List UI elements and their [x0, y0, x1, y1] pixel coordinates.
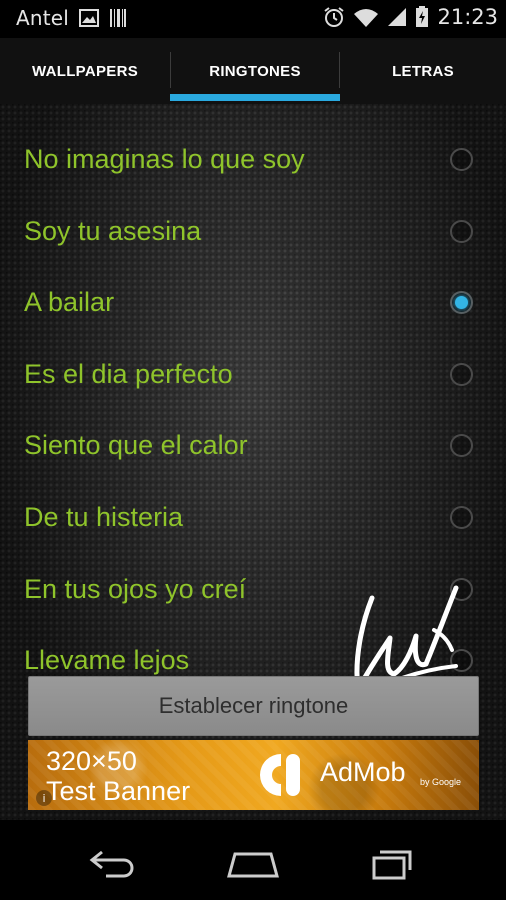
- radio-button[interactable]: [450, 220, 473, 243]
- set-ringtone-button[interactable]: Establecer ringtone: [28, 676, 479, 736]
- ringtone-title: No imaginas lo que soy: [24, 144, 305, 174]
- recent-apps-icon[interactable]: [362, 842, 422, 882]
- battery-charging-icon: [416, 6, 429, 27]
- radio-button-selected[interactable]: [450, 291, 473, 314]
- barcode-icon: [110, 9, 127, 27]
- carrier-name: Antel: [16, 6, 70, 30]
- admob-logo-icon: [260, 754, 300, 796]
- ringtone-title: Siento que el calor: [24, 430, 248, 460]
- tab-selected-indicator: [170, 94, 340, 101]
- ringtone-item[interactable]: Soy tu asesina: [0, 198, 506, 270]
- image-icon: [79, 9, 100, 27]
- radio-button[interactable]: [450, 506, 473, 529]
- wifi-icon: [354, 9, 379, 27]
- tab-wallpapers[interactable]: WALLPAPERS: [0, 38, 170, 104]
- radio-button[interactable]: [450, 363, 473, 386]
- ringtone-title: A bailar: [24, 287, 115, 317]
- admob-brand: AdMob: [320, 757, 406, 787]
- home-icon[interactable]: [223, 842, 283, 882]
- ringtone-item[interactable]: No imaginas lo que soy: [0, 126, 506, 198]
- signal-icon: [388, 8, 407, 26]
- ringtone-title: Soy tu asesina: [24, 216, 202, 246]
- ringtone-item[interactable]: De tu histeria: [0, 484, 506, 556]
- alarm-icon: [324, 7, 345, 27]
- radio-button[interactable]: [450, 434, 473, 457]
- ringtone-item[interactable]: Es el dia perfecto: [0, 341, 506, 413]
- ringtone-item[interactable]: Siento que el calor: [0, 412, 506, 484]
- back-icon[interactable]: [84, 842, 144, 882]
- radio-button[interactable]: [450, 148, 473, 171]
- info-icon[interactable]: i: [36, 790, 52, 806]
- ringtone-title: Llevame lejos: [24, 645, 190, 675]
- ringtone-title: De tu histeria: [24, 502, 184, 532]
- ad-title: Test Banner: [46, 776, 191, 806]
- admob-by-google: by Google: [420, 777, 462, 787]
- clock: 21:23: [437, 5, 498, 29]
- tab-letras[interactable]: LETRAS: [340, 38, 506, 104]
- ringtone-item[interactable]: A bailar: [0, 269, 506, 341]
- navigation-bar: [0, 820, 506, 900]
- ringtone-title: Es el dia perfecto: [24, 359, 233, 389]
- status-bar: Antel 21:23: [0, 0, 506, 38]
- ad-banner[interactable]: 320×50 Test Banner i AdMob by Google: [28, 740, 479, 810]
- ringtone-title: En tus ojos yo creí: [24, 574, 247, 604]
- ad-size-label: 320×50: [46, 746, 137, 776]
